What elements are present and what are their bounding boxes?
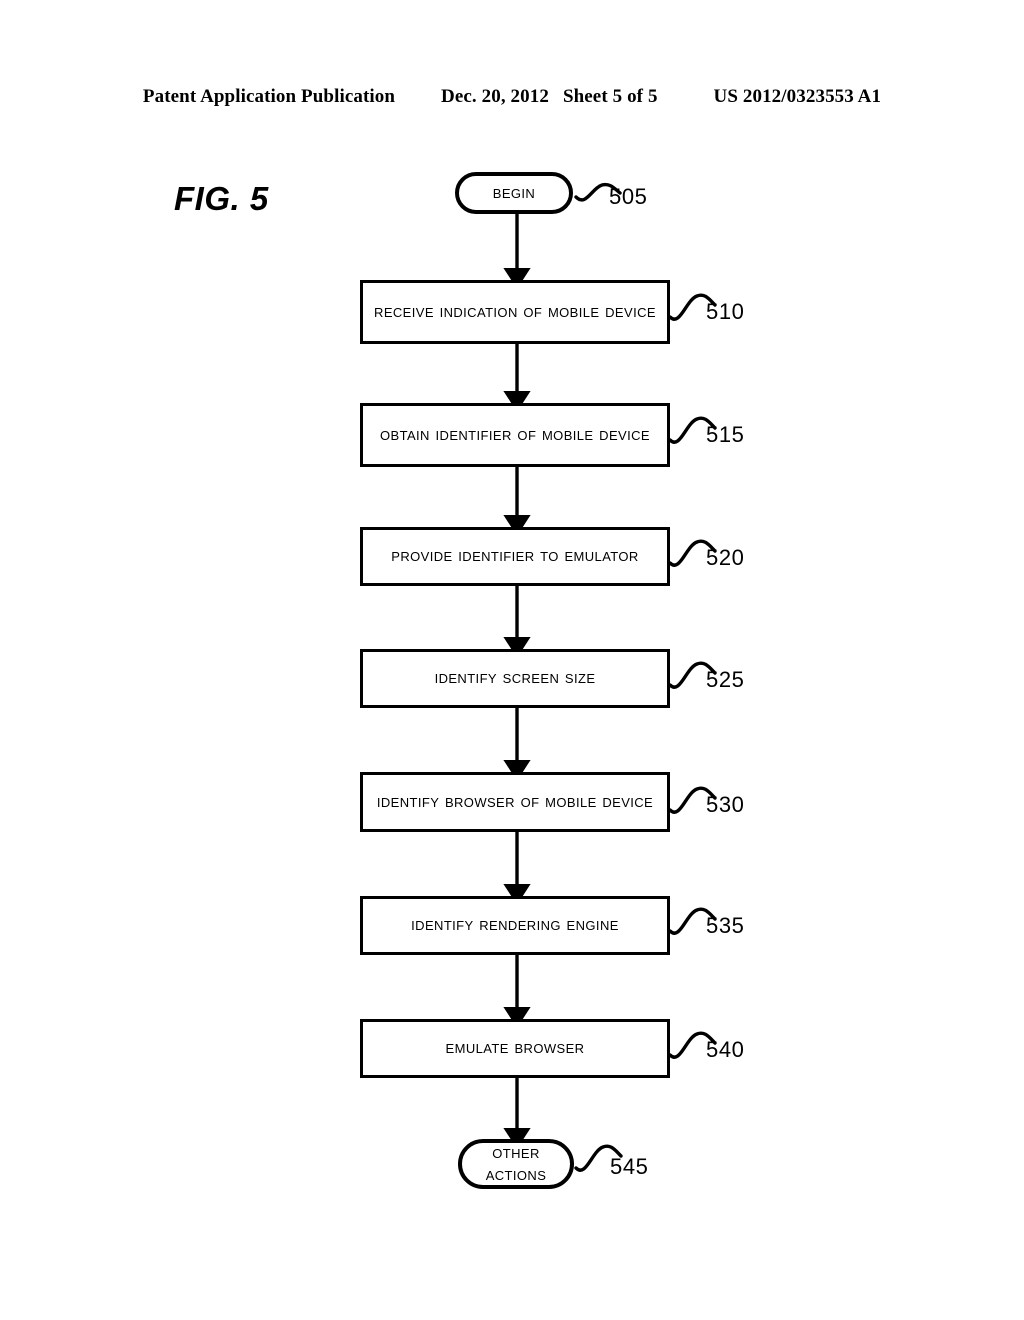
flow-node-identify-rendering-engine-label: Identify Rendering Engine — [411, 914, 619, 936]
flow-node-identify-rendering-engine[interactable]: Identify Rendering Engine — [360, 896, 670, 955]
flow-node-other-actions[interactable]: Other Actions — [458, 1139, 574, 1189]
reference-numeral-530: 530 — [706, 792, 745, 817]
flow-node-emulate-browser-label: Emulate Browser — [445, 1037, 585, 1059]
reference-numeral-515: 515 — [706, 422, 745, 447]
flow-node-receive-indication[interactable]: Receive Indication of Mobile Device — [360, 280, 670, 344]
flow-node-obtain-identifier-label: Obtain Identifier of Mobile Device — [380, 423, 650, 445]
reference-numeral-510: 510 — [706, 299, 745, 324]
flow-node-identify-browser[interactable]: Identify Browser of Mobile Device — [360, 772, 670, 832]
flow-node-provide-identifier[interactable]: Provide Identifier to Emulator — [360, 527, 670, 586]
reference-numeral-535: 535 — [706, 913, 745, 938]
flow-node-begin-label: Begin — [492, 181, 536, 203]
reference-numeral-520: 520 — [706, 545, 745, 570]
flow-node-identify-browser-label: Identify Browser of Mobile Device — [376, 790, 654, 812]
flow-node-obtain-identifier[interactable]: Obtain Identifier of Mobile Device — [360, 403, 670, 467]
flow-node-begin[interactable]: Begin — [455, 172, 573, 214]
reference-numeral-540: 540 — [706, 1037, 745, 1062]
flow-node-identify-screen-size[interactable]: Identify Screen Size — [360, 649, 670, 708]
flow-node-provide-identifier-label: Provide Identifier to Emulator — [391, 545, 639, 567]
reference-numeral-525: 525 — [706, 667, 745, 692]
reference-numeral-545: 545 — [610, 1154, 649, 1179]
flow-node-receive-indication-label: Receive Indication of Mobile Device — [374, 300, 656, 322]
flow-node-identify-screen-size-label: Identify Screen Size — [434, 667, 596, 689]
flow-node-emulate-browser[interactable]: Emulate Browser — [360, 1019, 670, 1078]
reference-numeral-505: 505 — [609, 184, 648, 209]
flow-node-other-actions-label: Other Actions — [485, 1141, 547, 1185]
